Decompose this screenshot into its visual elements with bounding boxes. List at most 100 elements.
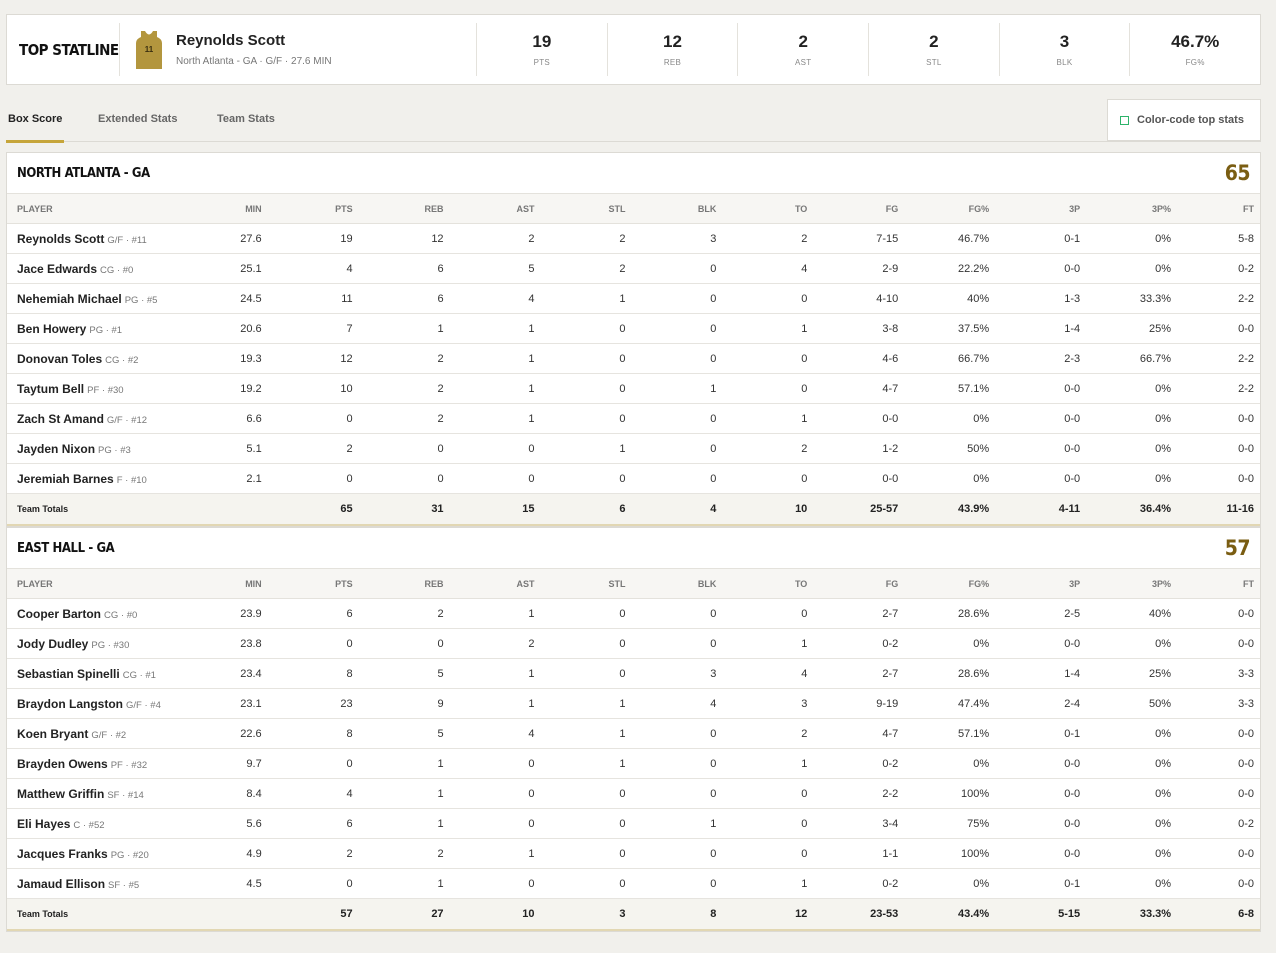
- stat-cell: 0: [722, 373, 814, 404]
- tab-box-score[interactable]: Box Score: [5, 98, 65, 143]
- player-name-link[interactable]: Nehemiah Michael: [17, 292, 122, 306]
- stat-cell: 7-15: [813, 223, 905, 254]
- stat-cell: 2: [358, 838, 450, 869]
- stat-cell: 5: [358, 658, 450, 689]
- stat-cell: 0: [540, 778, 632, 809]
- column-header-stl[interactable]: STL: [540, 193, 632, 224]
- player-name-link[interactable]: Cooper Barton: [17, 607, 101, 621]
- stat-cell: 3-8: [813, 313, 905, 344]
- player-position-number: G/F · #12: [106, 414, 148, 426]
- column-header-stl[interactable]: STL: [540, 568, 632, 599]
- column-header-min[interactable]: MIN: [209, 193, 268, 224]
- stat-cell: 28.6%: [904, 658, 996, 689]
- player-name-link[interactable]: Jace Edwards: [17, 262, 97, 276]
- player-name-link[interactable]: Reynolds Scott: [17, 232, 104, 246]
- player-cell: Cooper Barton CG · #0: [7, 598, 210, 629]
- stat-cell: 0-2: [813, 748, 905, 779]
- player-name-link[interactable]: Braydon Langston: [17, 697, 123, 711]
- column-header-fg[interactable]: FG: [813, 193, 905, 224]
- stat-cell: 0: [449, 463, 541, 494]
- stat-cell: 5: [449, 253, 541, 284]
- player-name-link[interactable]: Taytum Bell: [17, 382, 84, 396]
- stat-cell: 2-2: [1177, 343, 1260, 374]
- column-header-reb[interactable]: REB: [358, 568, 450, 599]
- column-header-player[interactable]: PLAYER: [7, 193, 210, 224]
- stat-cell: 1-1: [813, 838, 905, 869]
- column-header-pts[interactable]: PTS: [267, 568, 359, 599]
- column-header-min[interactable]: MIN: [209, 568, 268, 599]
- stat-cell: 0: [540, 868, 632, 899]
- column-header-blk[interactable]: BLK: [631, 568, 723, 599]
- column-header-player[interactable]: PLAYER: [7, 568, 210, 599]
- stat-cell: 2.1: [209, 463, 268, 494]
- stat-cell: 0: [449, 808, 541, 839]
- stat-cell: 0: [631, 778, 723, 809]
- stat-cell: 2: [358, 343, 450, 374]
- totals-stat-cell: 27: [358, 898, 450, 931]
- player-name-link[interactable]: Donovan Toles: [17, 352, 102, 366]
- column-header-ft[interactable]: FT: [1177, 193, 1260, 224]
- player-name-link[interactable]: Jayden Nixon: [17, 442, 95, 456]
- column-header-blk[interactable]: BLK: [631, 193, 723, 224]
- player-name-link[interactable]: Jody Dudley: [17, 637, 88, 651]
- stat-cell: 2: [358, 598, 450, 629]
- stat-cell: 0-0: [1177, 838, 1260, 869]
- team-header: EAST HALL - GA 57: [7, 528, 1260, 568]
- team-name[interactable]: EAST HALL - GA: [17, 541, 115, 556]
- stat-cell: 0-0: [1177, 718, 1260, 749]
- player-name-link[interactable]: Matthew Griffin: [17, 787, 104, 801]
- player-name-link[interactable]: Jacques Franks: [17, 847, 108, 861]
- player-name-link[interactable]: Koen Bryant: [17, 727, 88, 741]
- stat-cell: 4: [631, 688, 723, 719]
- player-name-link[interactable]: Sebastian Spinelli: [17, 667, 120, 681]
- column-header-3p[interactable]: 3P: [995, 193, 1087, 224]
- totals-stat-cell: 5-15: [995, 898, 1087, 931]
- column-header-reb[interactable]: REB: [358, 193, 450, 224]
- column-header-3p[interactable]: 3P: [995, 568, 1087, 599]
- team-name[interactable]: NORTH ATLANTA - GA: [17, 166, 150, 181]
- stat-cell: 6: [358, 253, 450, 284]
- tab-extended-stats[interactable]: Extended Stats: [98, 98, 177, 142]
- column-header-3p-pct[interactable]: 3P%: [1086, 193, 1178, 224]
- top-stat-reb: 12 REB: [606, 23, 738, 76]
- stat-cell: 1: [540, 688, 632, 719]
- player-name-link[interactable]: Jeremiah Barnes: [17, 472, 114, 486]
- table-header-row: PLAYER MIN PTS REB AST STL BLK TO FG FG% 3P 3P% FT: [7, 568, 1260, 599]
- table-row: Sebastian Spinelli CG · #1 23.4 8 5 1 0 3 4 2-7 28…: [7, 658, 1260, 689]
- column-header-ast[interactable]: AST: [449, 568, 541, 599]
- stat-cell: 20.6: [209, 313, 268, 344]
- color-code-toggle[interactable]: Color-code top stats: [1107, 99, 1261, 141]
- stat-cell: 4-7: [813, 373, 905, 404]
- column-header-fg[interactable]: FG: [813, 568, 905, 599]
- column-header-to[interactable]: TO: [722, 193, 814, 224]
- top-player-name[interactable]: Reynolds Scott: [176, 32, 332, 49]
- stat-cell: 0: [358, 433, 450, 464]
- column-header-3p-pct[interactable]: 3P%: [1086, 568, 1178, 599]
- stat-cell: 0: [540, 628, 632, 659]
- player-cell: Reynolds Scott G/F · #11: [7, 223, 210, 254]
- column-header-fg-pct[interactable]: FG%: [904, 193, 996, 224]
- column-header-ast[interactable]: AST: [449, 193, 541, 224]
- player-name-link[interactable]: Brayden Owens: [17, 757, 108, 771]
- stat-cell: 1: [449, 343, 541, 374]
- player-name-link[interactable]: Zach St Amand: [17, 412, 104, 426]
- player-name-link[interactable]: Ben Howery: [17, 322, 86, 336]
- totals-stat-cell: 6: [540, 493, 632, 526]
- color-code-checkbox[interactable]: [1120, 115, 1129, 125]
- stat-cell: 1: [358, 313, 450, 344]
- column-header-fg-pct[interactable]: FG%: [904, 568, 996, 599]
- top-player-subtitle: North Atlanta - GA · G/F · 27.6 MIN: [176, 56, 332, 67]
- top-statline-player[interactable]: 11 Reynolds Scott North Atlanta - GA · G…: [120, 15, 476, 84]
- tab-team-stats[interactable]: Team Stats: [217, 98, 275, 142]
- player-name-link[interactable]: Eli Hayes: [17, 817, 70, 831]
- player-name-link[interactable]: Jamaud Ellison: [17, 877, 105, 891]
- team-header: NORTH ATLANTA - GA 65: [7, 153, 1260, 193]
- stat-cell: 0-0: [995, 808, 1087, 839]
- column-header-ft[interactable]: FT: [1177, 568, 1260, 599]
- column-header-to[interactable]: TO: [722, 568, 814, 599]
- stat-cell: 0: [540, 808, 632, 839]
- player-position-number: PG · #30: [91, 639, 130, 651]
- stat-cell: 33.3%: [1086, 283, 1178, 314]
- stat-cell: 10: [267, 373, 359, 404]
- column-header-pts[interactable]: PTS: [267, 193, 359, 224]
